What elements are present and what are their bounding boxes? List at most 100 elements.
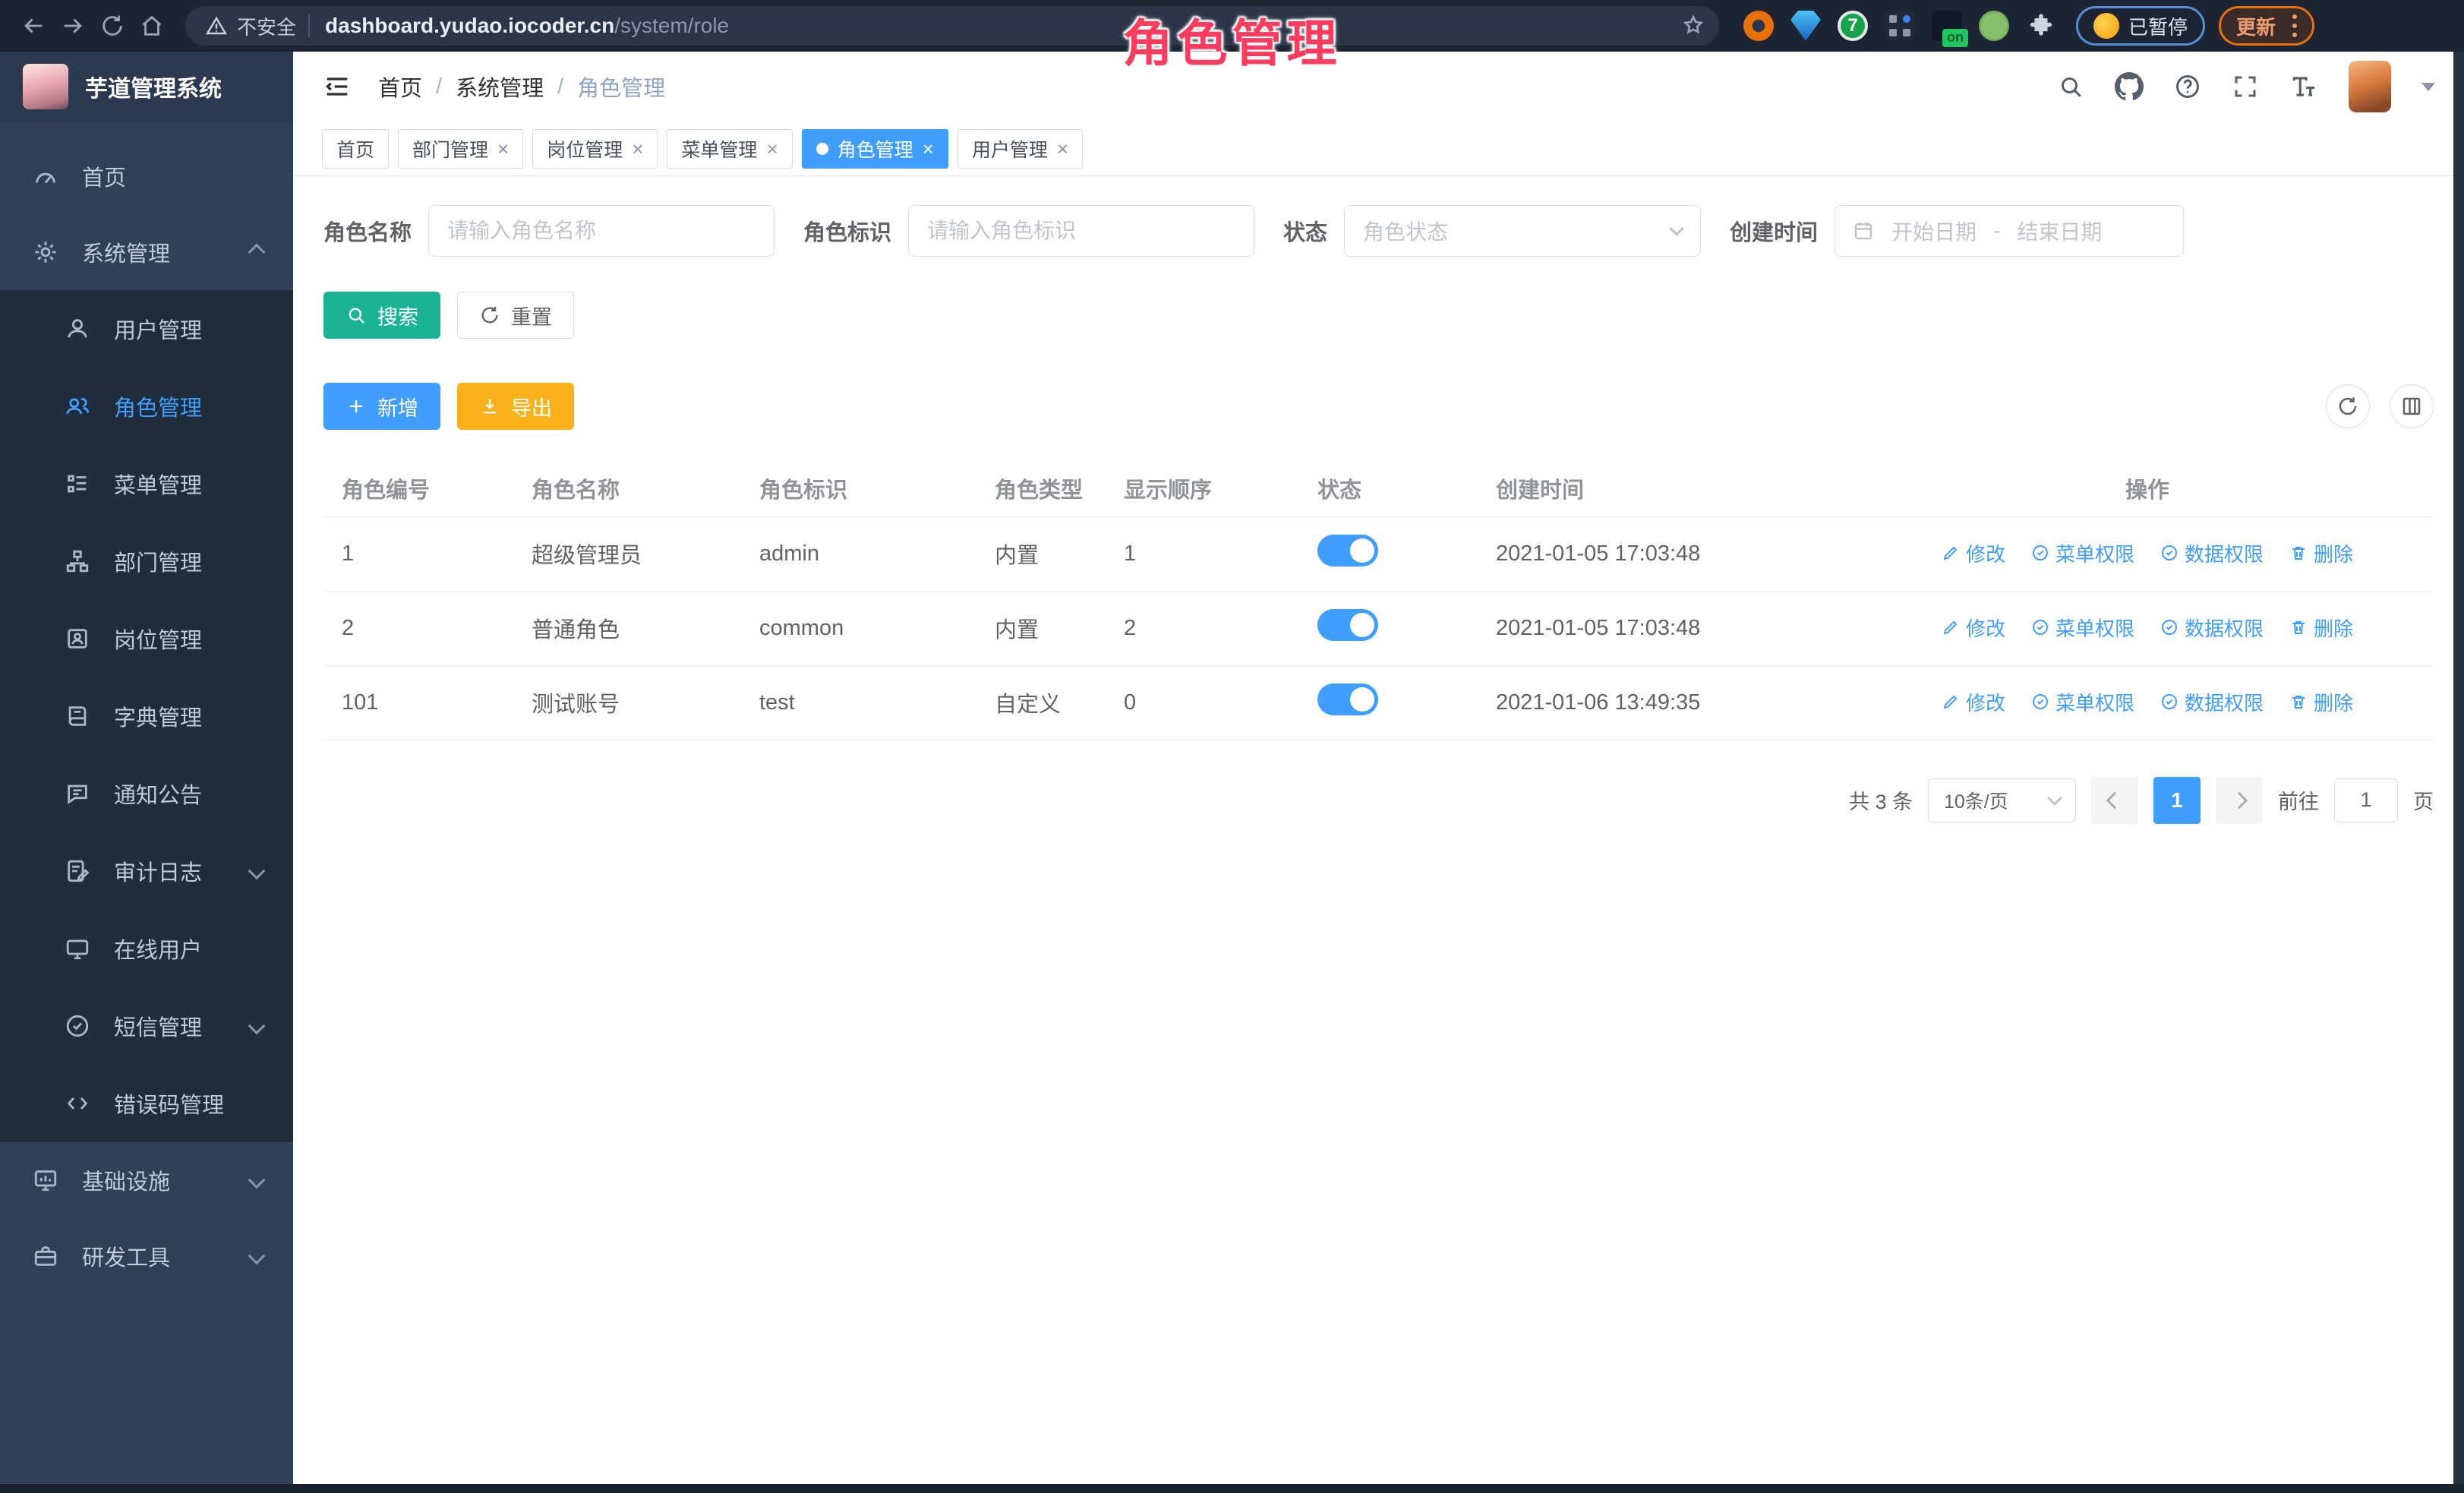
help-icon[interactable] xyxy=(2174,73,2201,100)
url-path[interactable]: /system/role xyxy=(614,14,729,38)
sidebar-item-menus[interactable]: 菜单管理 xyxy=(0,445,293,522)
close-icon[interactable]: × xyxy=(632,139,643,159)
extension-adblock-icon[interactable] xyxy=(1743,11,1774,41)
menu-permission-link[interactable]: 菜单权限 xyxy=(2031,688,2134,716)
tab-roles[interactable]: 角色管理 × xyxy=(802,129,948,169)
close-icon[interactable]: × xyxy=(766,139,778,159)
browser-reload-icon[interactable] xyxy=(93,6,132,46)
edit-link[interactable]: 修改 xyxy=(1942,688,2005,716)
sidebar: 芋道管理系统 首页 系统管理 xyxy=(0,52,293,1493)
security-warning-icon[interactable] xyxy=(205,14,228,37)
sidebar-item-online-users[interactable]: 在线用户 xyxy=(0,910,293,987)
screen: 不安全 dashboard.yudao.iocoder.cn /system/r… xyxy=(0,0,2464,1493)
fullscreen-icon[interactable] xyxy=(2232,73,2259,100)
font-size-icon[interactable] xyxy=(2289,72,2318,101)
reset-button[interactable]: 重置 xyxy=(457,292,574,339)
prev-page-button[interactable] xyxy=(2091,777,2138,824)
next-page-button[interactable] xyxy=(2216,777,2263,824)
tab-posts[interactable]: 岗位管理 × xyxy=(532,129,658,169)
sidebar-item-home[interactable]: 首页 xyxy=(0,138,293,214)
data-permission-link[interactable]: 数据权限 xyxy=(2160,539,2264,567)
tab-departments[interactable]: 部门管理 × xyxy=(398,129,523,169)
sidebar-item-posts[interactable]: 岗位管理 xyxy=(0,600,293,677)
close-icon[interactable]: × xyxy=(1057,139,1068,159)
browser-forward-icon[interactable] xyxy=(53,6,93,46)
extension-gem-icon[interactable] xyxy=(1790,11,1821,41)
update-button[interactable]: 更新 xyxy=(2219,6,2314,46)
sidebar-item-departments[interactable]: 部门管理 xyxy=(0,522,293,600)
sidebar-item-audit-log[interactable]: 审计日志 xyxy=(0,832,293,910)
close-icon[interactable]: × xyxy=(497,139,509,159)
add-button[interactable]: 新增 xyxy=(323,383,440,430)
goto-page-input[interactable] xyxy=(2334,778,2398,822)
extension-monkey-icon[interactable] xyxy=(1979,11,2009,41)
search-button[interactable]: 搜索 xyxy=(323,292,440,339)
window-scrollbar[interactable] xyxy=(2453,52,2464,1493)
sidebar-item-system[interactable]: 系统管理 xyxy=(0,214,293,290)
address-divider xyxy=(308,14,310,37)
sidebar-item-infrastructure[interactable]: 基础设施 xyxy=(0,1142,293,1218)
reset-button-label: 重置 xyxy=(511,301,552,330)
date-range-picker[interactable]: 开始日期 - 结束日期 xyxy=(1835,205,2184,257)
edit-link[interactable]: 修改 xyxy=(1942,614,2005,642)
tab-menus[interactable]: 菜单管理 × xyxy=(667,129,792,169)
status-select[interactable]: 角色状态 xyxy=(1344,205,1701,257)
tab-label: 菜单管理 xyxy=(681,135,757,163)
sidebar-item-sms[interactable]: 短信管理 xyxy=(0,987,293,1065)
role-key-label: 角色标识 xyxy=(803,215,891,247)
refresh-icon[interactable] xyxy=(2326,384,2370,428)
page-1-button[interactable]: 1 xyxy=(2153,777,2201,824)
extension-grid-icon[interactable] xyxy=(1885,11,1915,41)
cell-role-id: 101 xyxy=(323,665,513,740)
security-label[interactable]: 不安全 xyxy=(237,12,296,40)
data-permission-link[interactable]: 数据权限 xyxy=(2160,688,2264,716)
browser-back-icon[interactable] xyxy=(14,6,53,46)
status-toggle[interactable] xyxy=(1317,683,1378,715)
breadcrumb-current: 角色管理 xyxy=(577,71,665,103)
sidebar-item-dictionary[interactable]: 字典管理 xyxy=(0,677,293,755)
tab-users[interactable]: 用户管理 × xyxy=(958,129,1083,169)
menu-permission-link[interactable]: 菜单权限 xyxy=(2031,539,2134,567)
search-icon[interactable] xyxy=(2057,73,2084,100)
address-bar[interactable]: 不安全 dashboard.yudao.iocoder.cn /system/r… xyxy=(185,6,1719,46)
breadcrumb-system[interactable]: 系统管理 xyxy=(456,71,544,103)
extension-switch-icon[interactable]: on xyxy=(1932,11,1962,41)
extension-seven-badge-icon[interactable]: 7 xyxy=(1838,11,1868,41)
sidebar-item-users[interactable]: 用户管理 xyxy=(0,290,293,368)
browser-home-icon[interactable] xyxy=(132,6,172,46)
delete-link[interactable]: 删除 xyxy=(2289,688,2353,716)
url-host[interactable]: dashboard.yudao.iocoder.cn xyxy=(325,14,614,38)
sidebar-item-label: 字典管理 xyxy=(114,700,273,732)
sidebar-fold-icon[interactable] xyxy=(322,71,352,102)
user-avatar[interactable] xyxy=(2349,61,2391,112)
sidebar-item-dev-tools[interactable]: 研发工具 xyxy=(0,1218,293,1294)
app-logo[interactable]: 芋道管理系统 xyxy=(0,52,293,122)
role-name-input[interactable] xyxy=(428,205,775,257)
status-toggle[interactable] xyxy=(1317,609,1378,641)
tab-home[interactable]: 首页 xyxy=(322,129,389,169)
extensions-puzzle-icon[interactable] xyxy=(2026,11,2056,41)
paused-chip[interactable]: 已暂停 xyxy=(2076,6,2205,46)
status-toggle[interactable] xyxy=(1317,535,1378,567)
sidebar-item-error-codes[interactable]: 错误码管理 xyxy=(0,1065,293,1142)
bookmark-star-icon[interactable] xyxy=(1681,13,1705,37)
avatar-caret-icon[interactable] xyxy=(2421,83,2435,91)
table-row: 1 超级管理员 admin 内置 1 2021-01-05 17:03:48 修… xyxy=(323,516,2434,591)
page-size-select[interactable]: 10条/页 xyxy=(1928,778,2076,822)
sidebar-item-roles[interactable]: 角色管理 xyxy=(0,368,293,445)
data-permission-link[interactable]: 数据权限 xyxy=(2160,614,2264,642)
start-date-placeholder[interactable]: 开始日期 xyxy=(1891,216,1977,246)
github-icon[interactable] xyxy=(2115,72,2144,101)
columns-settings-icon[interactable] xyxy=(2390,384,2434,428)
delete-link[interactable]: 删除 xyxy=(2289,614,2353,642)
browser-menu-kebab-icon[interactable] xyxy=(2292,14,2297,37)
breadcrumb-home[interactable]: 首页 xyxy=(378,71,422,103)
sidebar-item-announcements[interactable]: 通知公告 xyxy=(0,755,293,832)
export-button[interactable]: 导出 xyxy=(457,383,574,430)
menu-permission-link[interactable]: 菜单权限 xyxy=(2031,614,2134,642)
role-key-input[interactable] xyxy=(908,205,1254,257)
edit-link[interactable]: 修改 xyxy=(1942,539,2005,567)
end-date-placeholder[interactable]: 结束日期 xyxy=(2017,216,2102,246)
delete-link[interactable]: 删除 xyxy=(2289,539,2353,567)
close-icon[interactable]: × xyxy=(923,139,934,159)
